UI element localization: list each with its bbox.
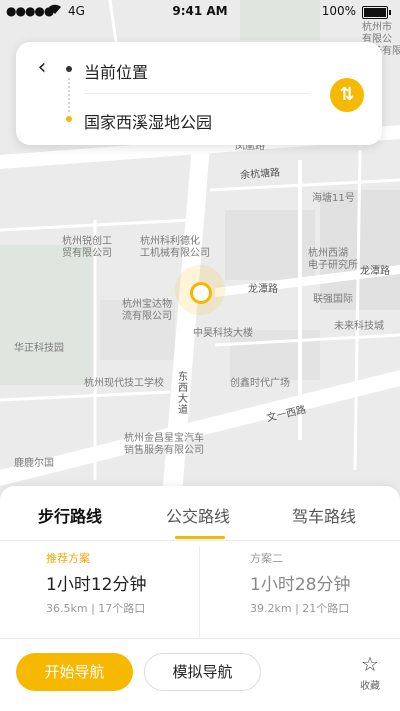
plan-tag: 推荐方案 <box>46 552 90 565</box>
location-marker[interactable] <box>190 282 212 304</box>
plan-meta: 39.2km | 21个路口 <box>250 602 350 615</box>
battery-icon <box>362 6 391 19</box>
map-poi-label: 华正科技园 <box>14 343 64 354</box>
end-dot-icon <box>66 116 72 122</box>
map-poi-label: 中昊科技大楼 <box>193 328 253 339</box>
favorite-label: 收藏 <box>360 681 380 692</box>
route-card: ‹ 当前位置 国家西溪湿地公园 ⇅ <box>16 42 382 145</box>
map-poi-label: 联强国际 <box>313 294 353 305</box>
star-icon: ☆ <box>361 652 379 676</box>
status-bar: ●●●●● 4G 9:41 AM 100% <box>0 0 400 22</box>
divider <box>199 546 200 638</box>
favorite-button[interactable]: ☆ 收藏 <box>350 653 390 697</box>
swap-icon[interactable]: ⇅ <box>330 78 364 112</box>
route-tabs: 步行路线 公交路线 驾车路线 <box>0 486 400 541</box>
map-poi-label: 杭州锐创工 贸有限公司 <box>62 236 112 259</box>
map-poi-label: 创鑫时代广场 <box>230 378 290 389</box>
start-navigation-button[interactable]: 开始导航 <box>16 653 133 691</box>
map-poi-label: 杭州科利德化 工机械有限公司 <box>140 236 210 259</box>
origin-field[interactable]: 当前位置 <box>84 59 148 83</box>
map-poi-label: 杭州宝达物 流有限公司 <box>122 299 172 322</box>
tab-transit[interactable]: 公交路线 <box>166 503 230 527</box>
back-icon[interactable]: ‹ <box>30 56 54 80</box>
plan-tag: 方案二 <box>250 552 283 565</box>
plan-recommended[interactable]: 推荐方案 1小时12分钟 36.5km | 17个路口 <box>46 550 216 630</box>
plan-meta: 36.5km | 17个路口 <box>46 602 146 615</box>
tab-driving[interactable]: 驾车路线 <box>292 503 356 527</box>
map-road-label: 东 西 大 道 <box>178 372 188 416</box>
start-dot-icon <box>66 66 72 72</box>
route-connector <box>68 78 70 112</box>
route-sheet: 步行路线 公交路线 驾车路线 推荐方案 1小时12分钟 36.5km | 17个… <box>0 486 400 711</box>
battery-percent: 100% <box>321 4 356 18</box>
map-poi-label: 海塘11号 <box>312 193 355 204</box>
tab-indicator <box>175 536 225 539</box>
map-poi-label: 鹿鹿尔国 <box>14 458 54 469</box>
plan-time: 1小时28分钟 <box>250 575 351 595</box>
map-road-label: 龙潭路 <box>248 284 278 295</box>
simulate-navigation-button[interactable]: 模拟导航 <box>144 653 261 691</box>
plan-alternative[interactable]: 方案二 1小时28分钟 39.2km | 21个路口 <box>250 550 400 630</box>
map-poi-label: 杭州金昌星宝汽车 销售服务有限公司 <box>124 433 204 456</box>
map-road-label: 余杭塘路 <box>239 167 281 182</box>
map-poi-label: 杭州现代技工学校 <box>84 378 164 389</box>
map-poi-label: 未来科技城 <box>334 321 384 332</box>
map-road-label: 龙潭路 <box>360 266 390 277</box>
destination-field[interactable]: 国家西溪湿地公园 <box>84 109 212 133</box>
map-poi-label: 杭州西湖 电子研究所 <box>308 248 358 271</box>
divider <box>0 638 400 639</box>
tab-walking[interactable]: 步行路线 <box>38 503 102 527</box>
divider <box>84 93 309 94</box>
plan-time: 1小时12分钟 <box>46 575 147 595</box>
